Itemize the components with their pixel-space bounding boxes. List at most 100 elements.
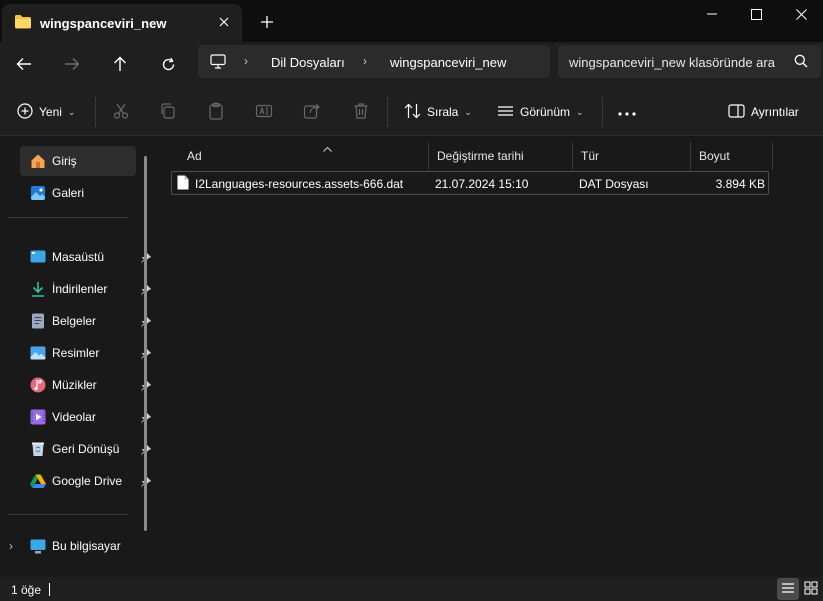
more-options-button[interactable]	[618, 100, 636, 124]
sort-button[interactable]: Sırala ⌄	[404, 100, 472, 124]
breadcrumb-current-folder[interactable]: wingspanceviri_new	[390, 55, 506, 70]
trash-icon	[352, 102, 370, 123]
close-window-button[interactable]	[779, 0, 823, 28]
sidebar-item-downloads[interactable]: İndirilenler	[20, 274, 152, 304]
gallery-icon	[30, 185, 46, 201]
sidebar-item-label: Masaüstü	[52, 250, 105, 264]
search-input[interactable]: wingspanceviri_new klasöründe ara	[569, 55, 781, 70]
divider	[8, 514, 128, 515]
sidebar-item-label: Giriş	[52, 154, 77, 168]
sidebar-item-desktop[interactable]: Masaüstü	[20, 242, 152, 272]
status-bar: 1 öğe	[0, 577, 823, 601]
sidebar-item-home[interactable]: Giriş	[20, 146, 136, 176]
minimize-button[interactable]	[690, 0, 734, 28]
details-pane-icon	[728, 103, 745, 121]
sidebar-item-label: Resimler	[52, 346, 100, 360]
search-icon[interactable]	[794, 54, 808, 71]
column-header-size[interactable]: Boyut	[691, 142, 773, 170]
details-view-button[interactable]	[777, 578, 799, 600]
file-modified: 21.07.2024 15:10	[435, 177, 529, 191]
pictures-icon	[30, 345, 46, 361]
sidebar-item-recycle-bin[interactable]: Geri Dönüşüm Kutusu	[20, 434, 152, 464]
tiles-view-button[interactable]	[800, 578, 822, 600]
sidebar-item-label: İndirilenler	[52, 282, 108, 296]
sidebar-item-music[interactable]: Müzikler	[20, 370, 152, 400]
view-label: Görünüm	[520, 105, 571, 119]
computer-icon	[210, 54, 226, 72]
tab-active[interactable]: wingspanceviri_new	[2, 4, 242, 42]
paste-button[interactable]	[207, 100, 225, 124]
music-icon	[30, 377, 46, 393]
column-label: Değiştirme tarihi	[437, 149, 524, 163]
sidebar-item-pictures[interactable]: Resimler	[20, 338, 152, 368]
add-icon	[17, 102, 33, 122]
chevron-down-icon: ⌄	[576, 106, 584, 117]
new-button[interactable]: Yeni ⌄	[17, 100, 75, 124]
sidebar-item-label: Müzikler	[52, 378, 97, 392]
tiles-view-icon	[804, 581, 818, 598]
navigation-pane: Giriş Galeri Masaüstü İndirilenler Belge…	[0, 136, 155, 577]
rename-button[interactable]	[255, 100, 273, 124]
refresh-button[interactable]	[154, 50, 182, 78]
details-view-icon	[781, 582, 795, 597]
recycle-bin-icon	[30, 441, 46, 457]
sort-icon	[404, 103, 421, 122]
address-bar[interactable]: › Dil Dosyaları › wingspanceviri_new	[198, 45, 550, 78]
chevron-down-icon: ⌄	[67, 106, 76, 117]
column-label: Ad	[187, 149, 202, 163]
divider	[8, 217, 128, 218]
sidebar-item-label: Bu bilgisayar	[52, 539, 121, 553]
details-pane-button[interactable]: Ayrıntılar	[728, 100, 799, 124]
sidebar-item-videos[interactable]: Videolar	[20, 402, 152, 432]
chevron-right-icon: ›	[363, 54, 367, 68]
chevron-right-icon[interactable]: ›	[9, 539, 13, 553]
sidebar-item-gallery[interactable]: Galeri	[20, 178, 136, 208]
sidebar-scrollbar[interactable]	[144, 156, 147, 531]
home-icon	[30, 153, 46, 169]
navigation-bar: › Dil Dosyaları › wingspanceviri_new win…	[0, 42, 823, 88]
title-bar: wingspanceviri_new	[0, 0, 823, 42]
google-drive-icon	[30, 473, 46, 489]
view-button[interactable]: Görünüm ⌄	[497, 100, 584, 124]
column-header-type[interactable]: Tür	[573, 142, 691, 170]
maximize-button[interactable]	[734, 0, 778, 28]
rename-icon	[255, 102, 273, 123]
delete-button[interactable]	[352, 100, 370, 124]
column-header-modified[interactable]: Değiştirme tarihi	[429, 142, 573, 170]
file-name[interactable]: I2Languages-resources.assets-666.dat	[195, 177, 403, 191]
new-tab-button[interactable]	[256, 11, 278, 33]
cut-button[interactable]	[112, 100, 130, 124]
share-button[interactable]	[303, 100, 321, 124]
sidebar-item-this-pc[interactable]: › Bu bilgisayar	[4, 531, 144, 561]
sidebar-item-label: Geri Dönüşüm Kutusu	[52, 442, 120, 456]
cut-icon	[112, 102, 130, 123]
sidebar-item-google-drive[interactable]: Google Drive	[20, 466, 152, 496]
text-cursor	[49, 583, 50, 596]
divider	[602, 97, 603, 127]
column-label: Tür	[581, 149, 599, 163]
divider	[387, 97, 388, 127]
chevron-down-icon: ⌄	[464, 106, 472, 117]
back-button[interactable]	[10, 50, 38, 78]
copy-icon	[159, 102, 177, 123]
chevron-right-icon: ›	[244, 54, 248, 68]
new-label: Yeni	[39, 105, 62, 119]
column-label: Boyut	[699, 149, 730, 163]
up-button[interactable]	[106, 50, 134, 78]
copy-button[interactable]	[159, 100, 177, 124]
file-type: DAT Dosyası	[579, 177, 649, 191]
breadcrumb-dil-dosyalari[interactable]: Dil Dosyaları	[271, 55, 345, 70]
this-pc-icon	[30, 538, 46, 554]
close-tab-icon[interactable]	[214, 12, 234, 32]
videos-icon	[30, 409, 46, 425]
command-bar: Yeni ⌄ Sırala ⌄ Görünüm ⌄ Ayrıntılar	[0, 88, 823, 136]
documents-icon	[30, 313, 46, 329]
search-box[interactable]: wingspanceviri_new klasöründe ara	[558, 45, 821, 78]
forward-button[interactable]	[58, 50, 86, 78]
paste-icon	[207, 102, 225, 123]
column-header-name[interactable]: Ad	[179, 142, 429, 170]
table-row[interactable]: I2Languages-resources.assets-666.dat 21.…	[171, 171, 769, 195]
folder-icon	[14, 14, 32, 32]
sidebar-item-documents[interactable]: Belgeler	[20, 306, 152, 336]
file-icon	[177, 175, 189, 193]
